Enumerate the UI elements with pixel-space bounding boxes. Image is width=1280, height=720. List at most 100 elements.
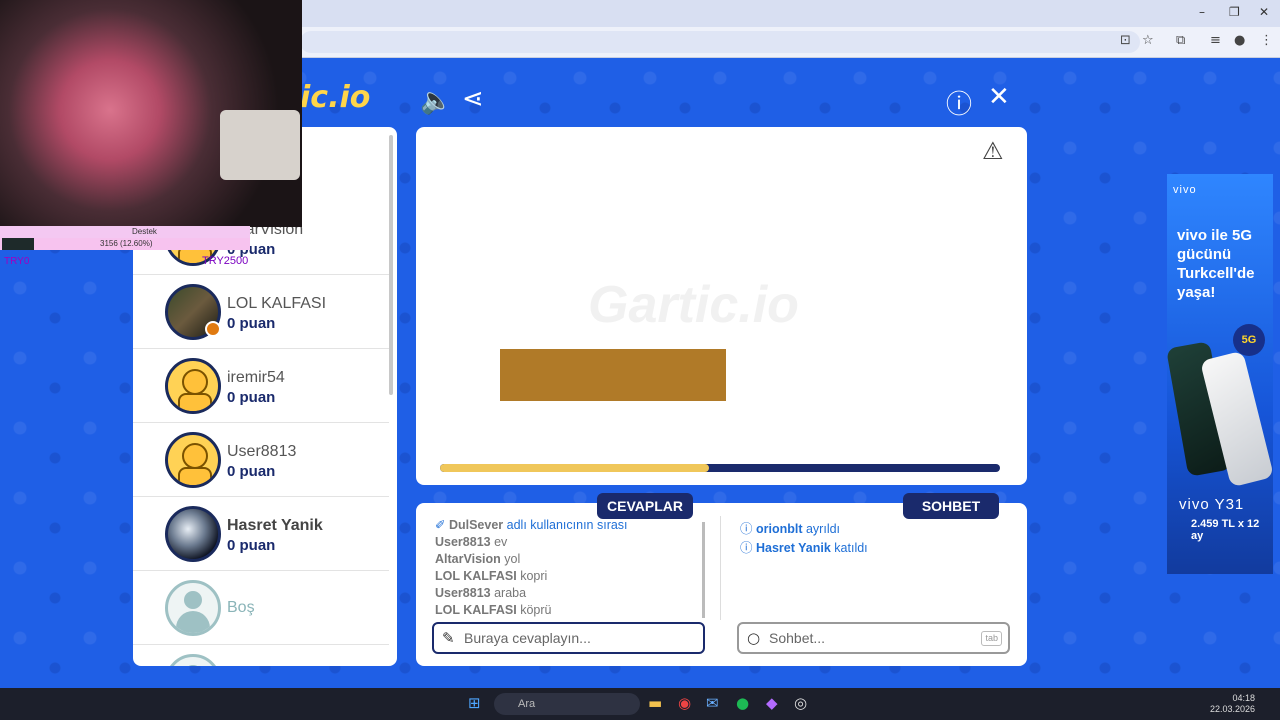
ad-price: 2.459 TL x 12 ay [1191,518,1260,542]
answer-text: yol [504,552,521,566]
donate-value: 3156 (12.60%) [100,239,153,248]
webcam-background [220,110,300,180]
chat-input[interactable]: ○ Sohbet... tab [737,622,1010,654]
panel-divider [720,516,721,620]
donation-goal-bar: 3156 (12.60%) [0,238,250,250]
avatar [165,358,221,414]
donation-progress [2,238,34,250]
answer-user: LOL KALFASI [435,603,517,617]
gartic-logo: ic.io [300,80,371,115]
tab-key-hint: tab [981,631,1002,646]
chat-placeholder: Sohbet... [769,630,826,646]
player-score: 0 puan [227,463,276,480]
install-icon[interactable]: ⊡ [1120,33,1131,48]
obs-icon[interactable]: ◎ [794,694,807,712]
answer-placeholder: Buraya cevaplayın... [464,630,591,646]
drawing-stroke [500,349,726,401]
chat-list: ⓘ orionblt ayrıldı ⓘ Hasret Yanik katıld… [740,520,1010,558]
list-item: ⓘ Hasret Yanik katıldı [740,541,868,555]
tab-answers[interactable]: CEVAPLAR [597,493,693,519]
sound-icon[interactable]: 🔈 [420,86,452,116]
status-badge [205,321,221,337]
folder-icon[interactable]: ▬ [648,694,662,712]
player-name: Boş [227,599,255,616]
star-icon[interactable]: ☆ [1142,33,1154,48]
report-warning-icon[interactable]: ⚠ [982,137,1004,165]
menu-icon[interactable]: ⋮ [1260,33,1273,48]
ad-headline: vivo ile 5G gücünü Turkcell'de yaşa! [1177,227,1255,301]
timer-bar [440,464,1000,472]
player-row-empty[interactable]: Boş [133,571,389,645]
currency-goal: TRY2500 [202,255,249,267]
close-window-button[interactable]: ✕ [1259,5,1269,19]
webcam-overlay [0,0,302,227]
player-row-empty[interactable] [133,645,389,666]
player-name: User8813 [227,443,297,460]
answer-text: araba [494,586,527,600]
chrome-icon[interactable]: ◉ [678,694,691,712]
info-icon[interactable]: ⓘ [946,84,972,121]
playlist-icon[interactable]: ≡ [1210,33,1221,48]
taskbar-search[interactable]: Ara [494,693,640,715]
answer-user: LOL KALFASI [435,569,517,583]
spotify-icon[interactable]: ● [736,694,749,712]
avatar [165,506,221,562]
currency-label: TRY0 [4,256,30,267]
answer-input[interactable]: ✎ Buraya cevaplayın... [432,622,705,654]
address-bar[interactable] [300,31,1140,53]
advertisement[interactable]: vivo vivo ile 5G gücünü Turkcell'de yaşa… [1167,174,1273,574]
list-item: ✐ DulSever adlı kullanıcının sırası [435,518,628,532]
donate-label: Destek [132,227,157,236]
empty-avatar [165,580,221,636]
answers-list: ✐ DulSever adlı kullanıcının sırası User… [435,517,705,617]
chat-user: orionblt [755,522,803,536]
timer-fill [440,464,709,472]
pencil-icon: ✎ [442,629,455,647]
answer-text: kopri [520,569,548,583]
maximize-button[interactable]: ❐ [1229,5,1240,19]
profile-icon[interactable]: ● [1234,33,1245,48]
start-icon[interactable]: ⊞ [468,694,481,712]
player-row: Hasret Yanik 0 puan [133,497,389,571]
list-item: User8813 araba [435,585,705,602]
players-scrollbar[interactable] [389,135,393,395]
answer-user: AltarVision [435,552,501,566]
clock-time: 04:18 [1232,693,1256,703]
share-icon[interactable]: ⋖ [462,84,484,114]
player-row: LOL KALFASI 0 puan [133,275,389,349]
ad-badge: 5G [1233,324,1265,356]
list-item: LOL KALFASI kopri [435,568,705,585]
answer-text: ev [494,535,508,549]
player-score: 0 puan [227,315,276,332]
player-score: 0 puan [227,389,276,406]
answer-text: köprü [520,603,552,617]
minimize-button[interactable]: – [1199,5,1205,19]
list-item: User8813 ev [435,534,705,551]
chat-text: katıldı [834,541,868,555]
taskbar [0,688,1280,720]
mail-icon[interactable]: ✉ [706,694,719,712]
list-item: ⓘ orionblt ayrıldı [740,522,841,536]
answer-text: adlı kullanıcının sırası [506,518,628,532]
ad-model: vivo Y31 [1179,496,1245,513]
ad-brand: vivo [1173,184,1197,196]
player-name: Hasret Yanik [227,517,323,534]
chat-text: ayrıldı [805,522,841,536]
donation-goal-label: Destek [0,226,250,238]
close-icon[interactable]: ✕ [988,82,1010,112]
player-name: LOL KALFASI [227,295,327,312]
answer-user: User8813 [435,586,491,600]
drawing-canvas[interactable]: Gartic.io ⚠ [416,127,1027,485]
player-score: 0 puan [227,537,276,554]
player-row: iremir54 0 puan [133,349,389,423]
extensions-icon[interactable]: ⧉ [1176,33,1185,48]
app-icon[interactable]: ◆ [766,694,778,712]
clock: 04:18 22.03.2026 [1210,693,1255,715]
list-item: AltarVision yol [435,551,705,568]
list-item: LOL KALFASI köprü [435,602,705,617]
chat-bubble-icon: ○ [747,629,761,647]
chat-user: Hasret Yanik [755,541,831,555]
canvas-watermark: Gartic.io [588,276,799,334]
empty-avatar [165,654,221,666]
tab-chat[interactable]: SOHBET [903,493,999,519]
